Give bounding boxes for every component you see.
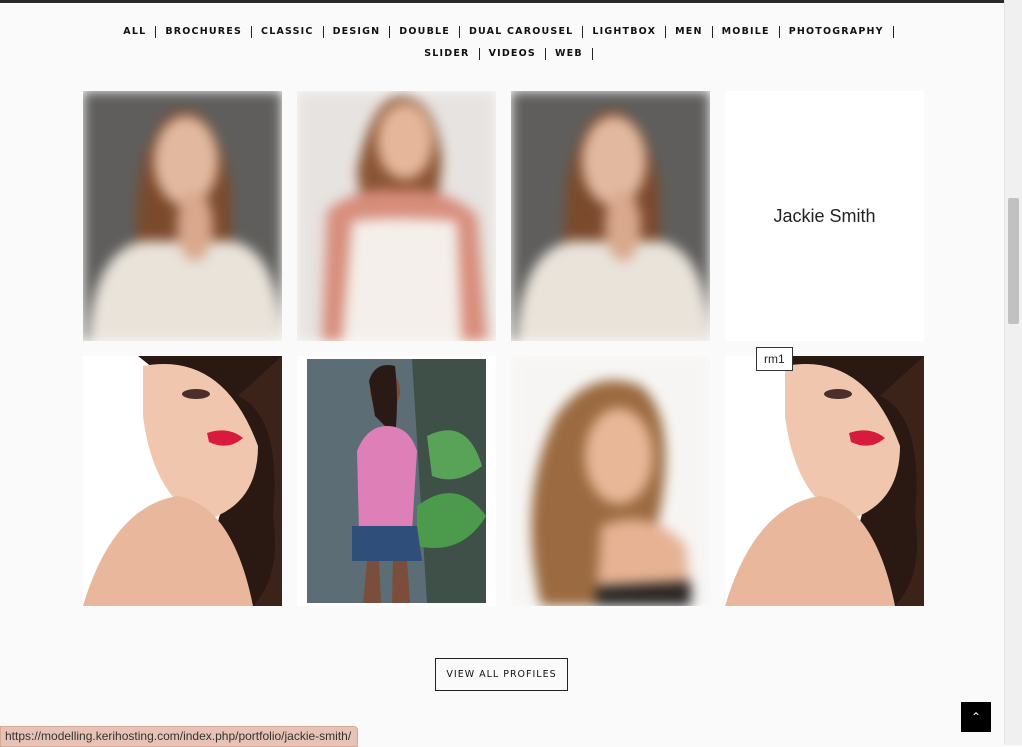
portfolio-tile-1[interactable] [83,91,282,341]
portfolio-tile-8[interactable] [725,356,924,606]
scrollbar-thumb[interactable] [1008,198,1019,324]
portfolio-photo-2 [297,91,496,341]
top-bar [0,0,1005,3]
chevron-up-icon: ⌃ [970,710,982,724]
back-to-top-button[interactable]: ⌃ [961,702,991,732]
portfolio-tile-6[interactable] [297,356,496,606]
filter-brochures[interactable]: BROCHURES [156,26,253,38]
portfolio-tile-7[interactable] [511,356,710,606]
filter-slider[interactable]: SLIDER [415,48,480,60]
filter-classic[interactable]: CLASSIC [252,26,324,38]
hover-tooltip: rm1 [756,347,793,371]
portfolio-photo-5 [83,356,282,606]
filter-design[interactable]: DESIGN [324,26,391,38]
portfolio-photo-8 [725,356,924,606]
profile-name-tile[interactable]: Jackie Smith [725,91,924,341]
filter-photography[interactable]: PHOTOGRAPHY [780,26,894,38]
page-scrollbar[interactable] [1004,0,1022,745]
profile-name: Jackie Smith [773,205,876,226]
browser-status-bar: https://modelling.kerihosting.com/index.… [0,726,359,747]
portfolio-tile-5[interactable] [83,356,282,606]
portfolio-grid: Jackie Smith [83,91,924,606]
portfolio-tile-3[interactable] [511,91,710,341]
portfolio-photo-6 [297,356,496,606]
filter-mobile[interactable]: MOBILE [713,26,780,38]
filter-all[interactable]: ALL [114,26,157,38]
filter-dual-carousel[interactable]: DUAL CAROUSEL [460,26,584,38]
portfolio-filter-nav: ALL BROCHURES CLASSIC DESIGN DOUBLE DUAL CARO… [84,19,924,63]
view-all-profiles-button[interactable]: VIEW ALL PROFILES [435,658,568,691]
portfolio-tile-2[interactable] [297,91,496,341]
portfolio-photo-7 [511,356,710,606]
filter-men[interactable]: MEN [666,26,713,38]
portfolio-photo-1 [83,91,282,341]
filter-videos[interactable]: VIDEOS [480,48,546,60]
portfolio-photo-3 [511,91,710,341]
filter-web[interactable]: WEB [546,48,593,60]
filter-lightbox[interactable]: LIGHTBOX [583,26,667,38]
filter-double[interactable]: DOUBLE [390,26,460,38]
